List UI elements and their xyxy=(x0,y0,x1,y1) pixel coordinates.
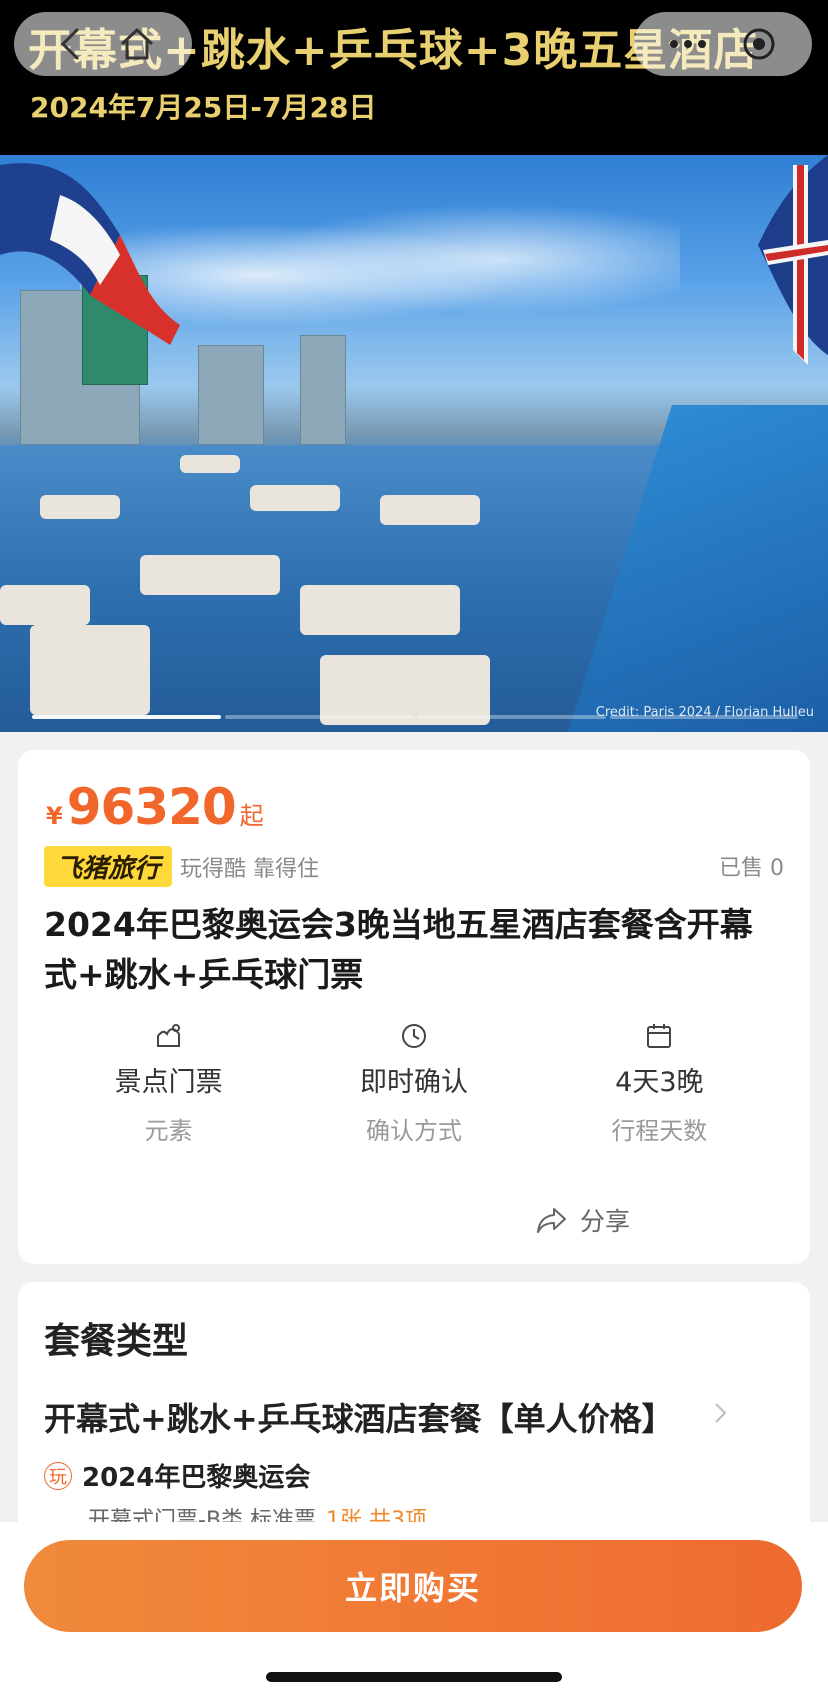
calendar-icon xyxy=(647,1024,672,1048)
feature-item: 景点门票 元素 xyxy=(46,1022,291,1146)
carousel-dot xyxy=(32,715,221,719)
carousel-indicator xyxy=(32,715,802,719)
share-icon xyxy=(536,1208,566,1233)
package-option[interactable]: 开幕式+跳水+乒乓球酒店套餐【单人价格】 xyxy=(44,1394,674,1440)
home-button[interactable] xyxy=(117,24,157,64)
package-card: 套餐类型 开幕式+跳水+乒乓球酒店套餐【单人价格】 玩 2024年巴黎奥运会 开… xyxy=(18,1282,810,1542)
chevron-right-icon[interactable] xyxy=(708,1400,732,1426)
carousel-dot xyxy=(224,715,413,719)
close-miniapp-button[interactable] xyxy=(739,24,779,64)
price-suffix: 起 xyxy=(239,802,264,830)
brand-row: 飞猪旅行 玩得酷 靠得住 xyxy=(44,846,319,887)
back-button[interactable] xyxy=(50,24,90,64)
bottom-bar: 立即购买 xyxy=(0,1522,828,1695)
feature-label: 元素 xyxy=(144,1117,193,1145)
play-badge-icon: 玩 xyxy=(44,1461,72,1490)
home-indicator xyxy=(266,1672,562,1682)
banner-date: 2024年7月25日-7月28日 xyxy=(30,91,377,124)
price: ¥ 96320 起 xyxy=(46,778,264,836)
home-icon xyxy=(120,28,153,60)
currency-symbol: ¥ xyxy=(46,802,63,830)
feature-value: 即时确认 xyxy=(359,1067,468,1098)
product-card: ¥ 96320 起 飞猪旅行 玩得酷 靠得住 已售 0 2024年巴黎奥运会3晚… xyxy=(18,750,810,1264)
product-title: 2024年巴黎奥运会3晚当地五星酒店套餐含开幕式+跳水+乒乓球门票 xyxy=(44,905,753,994)
icelandic-flag-icon xyxy=(758,155,828,365)
chevron-left-icon xyxy=(60,28,78,60)
more-dots-icon xyxy=(669,40,706,48)
feature-item: 4天3晚 行程天数 xyxy=(537,1022,782,1146)
feature-label: 行程天数 xyxy=(611,1117,708,1145)
buy-now-button[interactable]: 立即购买 xyxy=(24,1540,802,1632)
package-item-title: 2024年巴黎奥运会 xyxy=(82,1463,311,1493)
more-button[interactable] xyxy=(668,24,708,64)
french-flag-icon xyxy=(0,163,180,345)
price-value: 96320 xyxy=(66,778,237,836)
ticket-icon xyxy=(156,1024,180,1047)
brand-slogan: 玩得酷 靠得住 xyxy=(180,856,320,882)
feature-list: 景点门票 元素 即时确认 确认方式 4天3晚 行程天数 xyxy=(46,1022,782,1146)
feature-label: 确认方式 xyxy=(365,1117,462,1145)
feature-value: 4天3晚 xyxy=(615,1067,704,1098)
clock-icon xyxy=(401,1024,426,1048)
package-heading: 套餐类型 xyxy=(44,1321,189,1362)
feature-value: 景点门票 xyxy=(114,1067,223,1098)
hero-photo: Credit: Paris 2024 / Florian Hulleu xyxy=(0,155,828,732)
nav-right-group xyxy=(634,12,812,76)
share-button[interactable]: 分享 xyxy=(536,1202,630,1238)
hero-carousel[interactable]: 开幕式+跳水+乒乓球+3晚五星酒店 2024年7月25日-7月28日 Credi… xyxy=(0,0,828,732)
package-item: 玩 2024年巴黎奥运会 xyxy=(44,1457,310,1494)
carousel-dot xyxy=(609,715,798,719)
sold-count: 已售 0 xyxy=(719,856,784,881)
share-label: 分享 xyxy=(579,1207,630,1236)
carousel-dot xyxy=(417,715,606,719)
target-icon xyxy=(743,28,774,60)
feature-item: 即时确认 确认方式 xyxy=(291,1022,536,1146)
nav-left-group xyxy=(14,12,192,76)
brand-badge: 飞猪旅行 xyxy=(44,846,173,887)
